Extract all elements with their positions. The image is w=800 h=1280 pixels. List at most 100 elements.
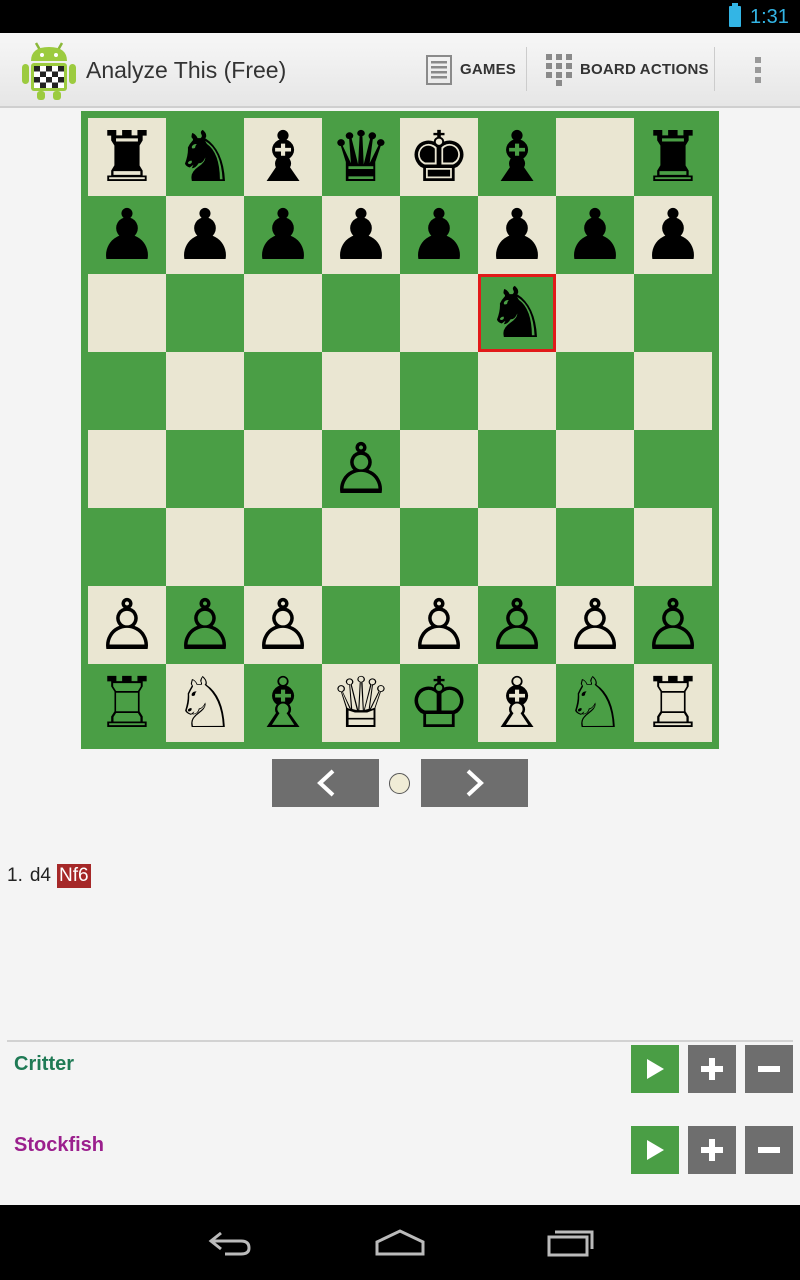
piece-e2[interactable]: ♙ [408, 590, 471, 660]
stockfish-play-button[interactable] [631, 1126, 679, 1174]
square-a1[interactable]: ♖ [88, 664, 166, 742]
square-d8[interactable]: ♛ [322, 118, 400, 196]
square-h2[interactable]: ♙ [634, 586, 712, 664]
piece-h2[interactable]: ♙ [642, 590, 705, 660]
square-g4[interactable] [556, 430, 634, 508]
square-c3[interactable] [244, 508, 322, 586]
square-e6[interactable] [400, 274, 478, 352]
stockfish-add-line-button[interactable] [688, 1126, 736, 1174]
square-e5[interactable] [400, 352, 478, 430]
piece-c1[interactable]: ♗ [252, 668, 315, 738]
piece-d1[interactable]: ♕ [330, 668, 393, 738]
move-black-current[interactable]: Nf6 [57, 864, 91, 888]
square-a4[interactable] [88, 430, 166, 508]
piece-f7[interactable]: ♟ [486, 200, 549, 270]
square-d4[interactable]: ♙ [322, 430, 400, 508]
square-h7[interactable]: ♟ [634, 196, 712, 274]
piece-h7[interactable]: ♟ [642, 200, 705, 270]
square-g3[interactable] [556, 508, 634, 586]
critter-remove-line-button[interactable] [745, 1045, 793, 1093]
square-a2[interactable]: ♙ [88, 586, 166, 664]
square-a3[interactable] [88, 508, 166, 586]
square-c5[interactable] [244, 352, 322, 430]
square-b7[interactable]: ♟ [166, 196, 244, 274]
square-f3[interactable] [478, 508, 556, 586]
square-e8[interactable]: ♚ [400, 118, 478, 196]
square-d5[interactable] [322, 352, 400, 430]
square-d1[interactable]: ♕ [322, 664, 400, 742]
square-b5[interactable] [166, 352, 244, 430]
square-h4[interactable] [634, 430, 712, 508]
piece-f6[interactable]: ♞ [486, 278, 549, 348]
piece-a7[interactable]: ♟ [96, 200, 159, 270]
square-e3[interactable] [400, 508, 478, 586]
piece-f1[interactable]: ♗ [486, 668, 549, 738]
piece-b7[interactable]: ♟ [174, 200, 237, 270]
square-b3[interactable] [166, 508, 244, 586]
square-b6[interactable] [166, 274, 244, 352]
square-a8[interactable]: ♜ [88, 118, 166, 196]
stockfish-remove-line-button[interactable] [745, 1126, 793, 1174]
games-button[interactable]: GAMES [426, 33, 516, 106]
piece-a1[interactable]: ♖ [96, 668, 159, 738]
square-d3[interactable] [322, 508, 400, 586]
back-icon[interactable] [200, 1223, 260, 1263]
piece-a2[interactable]: ♙ [96, 590, 159, 660]
square-h3[interactable] [634, 508, 712, 586]
square-c4[interactable] [244, 430, 322, 508]
piece-g2[interactable]: ♙ [564, 590, 627, 660]
piece-a8[interactable]: ♜ [96, 122, 159, 192]
square-f6[interactable]: ♞ [478, 274, 556, 352]
square-h5[interactable] [634, 352, 712, 430]
piece-h1[interactable]: ♖ [642, 668, 705, 738]
move-white[interactable]: d4 [28, 864, 53, 888]
next-move-button[interactable] [421, 759, 528, 807]
square-a7[interactable]: ♟ [88, 196, 166, 274]
square-f2[interactable]: ♙ [478, 586, 556, 664]
piece-g1[interactable]: ♘ [564, 668, 627, 738]
square-d2[interactable] [322, 586, 400, 664]
square-g8[interactable] [556, 118, 634, 196]
square-g1[interactable]: ♘ [556, 664, 634, 742]
square-f4[interactable] [478, 430, 556, 508]
piece-f2[interactable]: ♙ [486, 590, 549, 660]
square-c7[interactable]: ♟ [244, 196, 322, 274]
square-h1[interactable]: ♖ [634, 664, 712, 742]
piece-e1[interactable]: ♔ [408, 668, 471, 738]
piece-b8[interactable]: ♞ [174, 122, 237, 192]
square-b4[interactable] [166, 430, 244, 508]
recent-apps-icon[interactable] [540, 1223, 600, 1263]
critter-play-button[interactable] [631, 1045, 679, 1093]
piece-g7[interactable]: ♟ [564, 200, 627, 270]
previous-move-button[interactable] [272, 759, 379, 807]
piece-d4[interactable]: ♙ [330, 434, 393, 504]
square-g6[interactable] [556, 274, 634, 352]
square-f1[interactable]: ♗ [478, 664, 556, 742]
square-b8[interactable]: ♞ [166, 118, 244, 196]
square-c6[interactable] [244, 274, 322, 352]
square-g2[interactable]: ♙ [556, 586, 634, 664]
piece-b1[interactable]: ♘ [174, 668, 237, 738]
piece-e7[interactable]: ♟ [408, 200, 471, 270]
board-actions-button[interactable]: BOARD ACTIONS [546, 33, 709, 106]
android-chessboard-icon[interactable] [20, 39, 78, 101]
piece-b2[interactable]: ♙ [174, 590, 237, 660]
critter-add-line-button[interactable] [688, 1045, 736, 1093]
square-f7[interactable]: ♟ [478, 196, 556, 274]
square-e4[interactable] [400, 430, 478, 508]
overflow-menu-icon[interactable] [740, 33, 776, 106]
square-e2[interactable]: ♙ [400, 586, 478, 664]
piece-c7[interactable]: ♟ [252, 200, 315, 270]
piece-h8[interactable]: ♜ [642, 122, 705, 192]
square-h8[interactable]: ♜ [634, 118, 712, 196]
square-c8[interactable]: ♝ [244, 118, 322, 196]
square-d6[interactable] [322, 274, 400, 352]
home-icon[interactable] [370, 1223, 430, 1263]
piece-d7[interactable]: ♟ [330, 200, 393, 270]
piece-c8[interactable]: ♝ [252, 122, 315, 192]
square-e7[interactable]: ♟ [400, 196, 478, 274]
square-a6[interactable] [88, 274, 166, 352]
piece-d8[interactable]: ♛ [330, 122, 393, 192]
square-h6[interactable] [634, 274, 712, 352]
square-b2[interactable]: ♙ [166, 586, 244, 664]
